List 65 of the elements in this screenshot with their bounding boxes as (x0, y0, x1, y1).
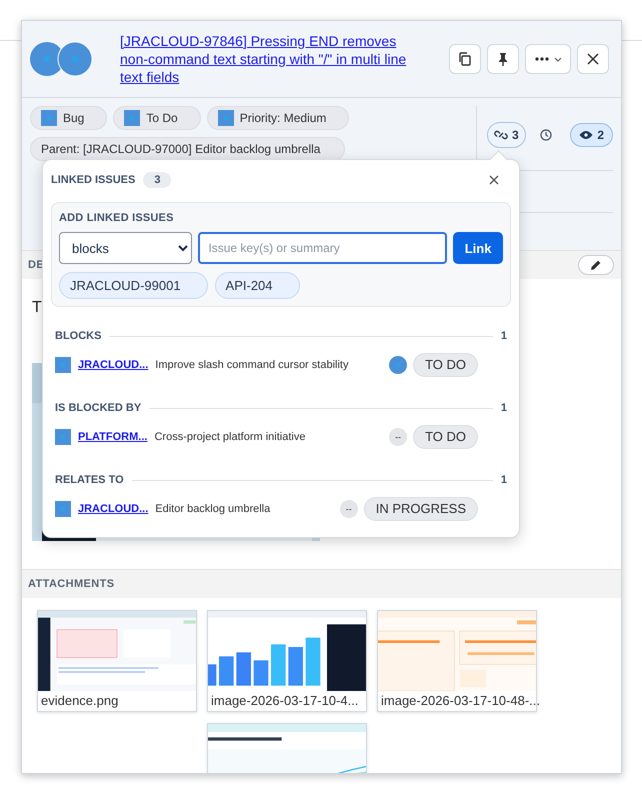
issue-summary: Editor backlog umbrella (155, 503, 272, 515)
history-button[interactable] (540, 129, 552, 141)
eye-icon (579, 130, 594, 140)
field-icon (218, 110, 234, 126)
group-heading: IS BLOCKED BY (55, 402, 142, 414)
status-badge: TO DO (413, 425, 478, 449)
watchers-button[interactable]: 2 (570, 123, 613, 147)
avatar-group (30, 42, 94, 76)
issue-type-icon (55, 357, 71, 373)
unassigned-avatar: -- (389, 428, 408, 446)
issue-summary: Cross-project platform initiative (154, 431, 306, 443)
group-count: 1 (500, 330, 507, 342)
close-button[interactable] (487, 173, 501, 187)
attachment-name: evidence.png (40, 692, 120, 710)
chip-label: Parent: [JRACLOUD-97000] Editor backlog umbrella (41, 142, 320, 156)
close-icon (489, 175, 499, 185)
attachment-thumbnail[interactable]: image-2026-03-17-10-4... (207, 610, 367, 712)
count-badge: 3 (143, 172, 172, 188)
unassigned-avatar: -- (340, 500, 358, 518)
attachment-thumbnail[interactable]: image-2026-03-17-10-48-... (377, 610, 537, 712)
field-chip[interactable]: Priority: Medium (206, 106, 350, 130)
issue-chip[interactable]: API-204 (214, 272, 300, 299)
issue-type-icon (55, 501, 71, 517)
issue-chip[interactable]: JRACLOUD-99001 (59, 272, 208, 299)
field-icon (124, 110, 140, 126)
attachment-thumbnail[interactable]: evidence.png (37, 610, 197, 712)
attachment-name: image-2026-03-17-10-4... (210, 692, 360, 710)
clock-icon (540, 129, 552, 141)
pin-icon (497, 52, 509, 66)
close-icon (587, 53, 599, 65)
description-text: T (32, 299, 42, 318)
pencil-icon (590, 259, 602, 271)
issue-key-link[interactable]: JRACLOUD... (78, 503, 148, 515)
field-chip[interactable]: To Do (113, 106, 201, 130)
issue-type-icon (55, 429, 71, 445)
link-button[interactable]: Link (453, 232, 503, 264)
issue-key-link[interactable]: PLATFORM... (78, 431, 148, 443)
section-label: ADD LINKED ISSUES (59, 212, 175, 224)
link-type-select[interactable]: blocks (59, 232, 192, 264)
group-heading: RELATES TO (55, 474, 124, 486)
group-count: 1 (500, 474, 507, 486)
links-button[interactable]: 3 (487, 122, 526, 148)
close-button[interactable] (577, 44, 609, 74)
chip-label: Priority: Medium (240, 111, 326, 125)
issue-search-field[interactable]: Issue key(s) or summary (198, 232, 448, 264)
issue-key-link[interactable]: JRACLOUD... (78, 359, 148, 371)
field-icon (41, 110, 57, 126)
chip-label: Bug (63, 111, 84, 125)
link-icon (494, 130, 508, 140)
field-chip[interactable]: Bug (30, 106, 108, 130)
copy-button[interactable] (449, 44, 481, 74)
copy-icon (458, 52, 472, 66)
parent-chip[interactable]: Parent: [JRACLOUD-97000] Editor backlog umbrella (30, 137, 346, 161)
more-button[interactable] (525, 44, 571, 74)
avatar-icon (389, 356, 408, 374)
chip-label: To Do (146, 111, 178, 125)
pin-button[interactable] (487, 44, 519, 74)
section-heading: ATTACHMENTS (28, 578, 114, 590)
edit-button[interactable] (578, 255, 614, 275)
popover-title: LINKED ISSUES (51, 174, 136, 186)
group-heading: BLOCKS (55, 330, 102, 342)
status-badge: IN PROGRESS (364, 497, 478, 521)
group-count: 1 (500, 402, 507, 414)
issue-summary: Improve slash command cursor stability (155, 359, 350, 371)
status-badge: TO DO (413, 353, 478, 377)
